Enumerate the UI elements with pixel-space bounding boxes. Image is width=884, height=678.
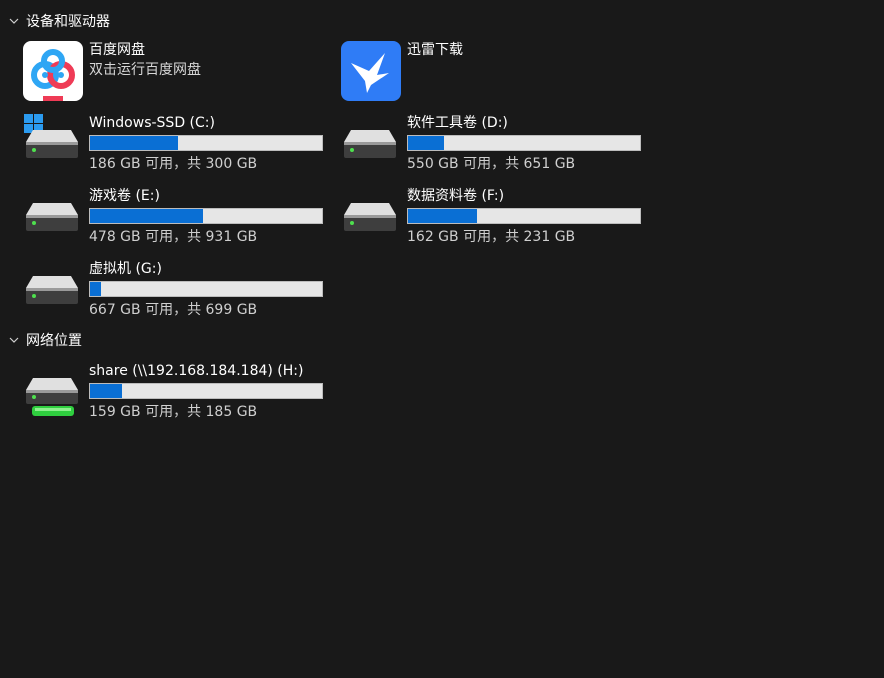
section-title: 网络位置	[26, 333, 82, 349]
baidu-netdisk-icon	[23, 41, 83, 101]
app-tile-baidu-netdisk[interactable]: 百度网盘 双击运行百度网盘	[23, 41, 333, 105]
drive-usage-fill	[90, 136, 179, 150]
drive-usage-fill	[90, 282, 101, 296]
network-drive-h[interactable]: share (\\192.168.184.184) (H:) 159 GB 可用…	[23, 362, 333, 424]
drive-space-text: 186 GB 可用，共 300 GB	[89, 156, 258, 172]
drive-name: 虚拟机 (G:)	[89, 261, 162, 277]
drive-icon	[341, 187, 399, 243]
drive-icon	[23, 260, 81, 316]
chevron-down-icon	[6, 332, 22, 348]
drive-usage-bar	[89, 135, 323, 151]
app-description: 双击运行百度网盘	[89, 62, 201, 78]
windows-drive-icon	[23, 114, 81, 170]
section-header-devices[interactable]: 设备和驱动器	[6, 10, 110, 32]
drive-icon	[341, 114, 399, 170]
drive-space-text: 550 GB 可用，共 651 GB	[407, 156, 576, 172]
drive-space-text: 478 GB 可用，共 931 GB	[89, 229, 258, 245]
drive-usage-fill	[408, 136, 444, 150]
drive-c[interactable]: Windows-SSD (C:) 186 GB 可用，共 300 GB	[23, 114, 333, 176]
xunlei-icon	[341, 41, 401, 101]
drive-space-text: 667 GB 可用，共 699 GB	[89, 302, 258, 318]
section-title: 设备和驱动器	[26, 14, 110, 30]
app-name: 百度网盘	[89, 42, 145, 58]
drive-usage-bar	[407, 135, 641, 151]
drive-usage-fill	[90, 384, 123, 398]
drive-g[interactable]: 虚拟机 (G:) 667 GB 可用，共 699 GB	[23, 260, 333, 322]
drive-usage-fill	[408, 209, 478, 223]
drive-usage-bar	[407, 208, 641, 224]
app-name: 迅雷下载	[407, 42, 463, 58]
network-drive-icon	[23, 362, 81, 418]
drive-usage-fill	[90, 209, 203, 223]
chevron-down-icon	[6, 13, 22, 29]
drive-name: share (\\192.168.184.184) (H:)	[89, 363, 304, 379]
drive-space-text: 162 GB 可用，共 231 GB	[407, 229, 576, 245]
drive-name: 游戏卷 (E:)	[89, 188, 160, 204]
drive-usage-bar	[89, 208, 323, 224]
drive-d[interactable]: 软件工具卷 (D:) 550 GB 可用，共 651 GB	[341, 114, 651, 176]
drive-f[interactable]: 数据资料卷 (F:) 162 GB 可用，共 231 GB	[341, 187, 651, 249]
drive-space-text: 159 GB 可用，共 185 GB	[89, 404, 258, 420]
drive-usage-bar	[89, 383, 323, 399]
drive-name: 数据资料卷 (F:)	[407, 188, 505, 204]
drive-e[interactable]: 游戏卷 (E:) 478 GB 可用，共 931 GB	[23, 187, 333, 249]
app-tile-xunlei[interactable]: 迅雷下载	[341, 41, 651, 105]
drive-name: Windows-SSD (C:)	[89, 115, 215, 131]
this-pc-content: 设备和驱动器 百度网盘 双击运行百度网盘 迅雷下载 Windows-SSD (C…	[0, 0, 884, 678]
drive-icon	[23, 187, 81, 243]
drive-name: 软件工具卷 (D:)	[407, 115, 508, 131]
section-header-network[interactable]: 网络位置	[6, 329, 82, 351]
drive-usage-bar	[89, 281, 323, 297]
